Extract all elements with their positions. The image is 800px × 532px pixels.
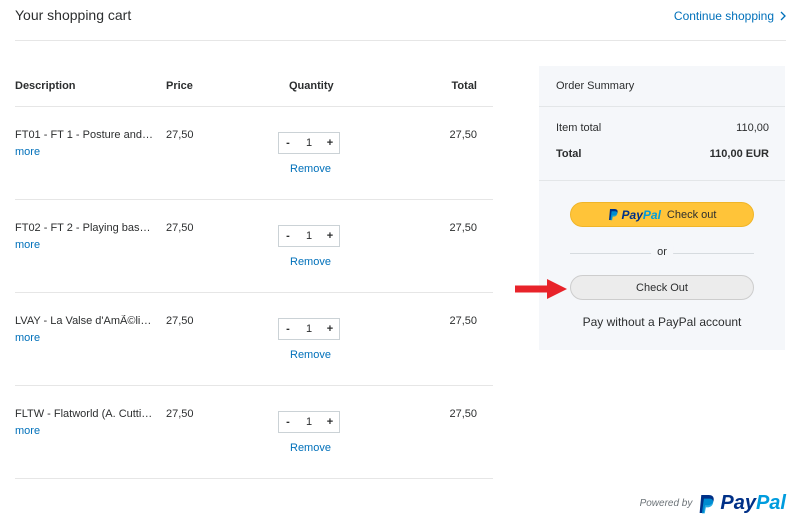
quantity-value[interactable]: 1 [297, 416, 321, 428]
paypal-brand-pal: Pal [642, 207, 661, 222]
chevron-right-icon [780, 11, 786, 21]
summary-divider [539, 180, 785, 181]
paypal-footer-logo: Pay Pal [698, 492, 786, 515]
checkout-label: Check Out [636, 281, 688, 294]
item-price: 27,50 [166, 408, 194, 420]
quantity-stepper: - 1 + [278, 225, 340, 247]
order-summary-panel: Order Summary Item total 110,00 Total 11… [539, 66, 785, 350]
item-total-label: Item total [556, 122, 602, 134]
cart-row: FT01 - FT 1 - Posture and… more 27,50 - … [15, 107, 493, 200]
more-link[interactable]: more [15, 239, 40, 251]
cart-header-row: Description Price Quantity Total [15, 66, 493, 107]
item-total: 27,50 [449, 408, 477, 420]
powered-by-label: Powered by [639, 498, 693, 509]
item-total-value: 110,00 [736, 122, 769, 134]
remove-link[interactable]: Remove [290, 256, 331, 268]
item-price: 27,50 [166, 222, 194, 234]
cart-row: FT02 - FT 2 - Playing bas… more 27,50 - … [15, 200, 493, 293]
column-header-price: Price [166, 80, 193, 92]
item-total: 27,50 [449, 315, 477, 327]
item-price: 27,50 [166, 129, 194, 141]
header-divider [15, 40, 786, 41]
remove-link[interactable]: Remove [290, 442, 331, 454]
continue-shopping-link[interactable]: Continue shopping [674, 9, 786, 23]
summary-divider [539, 106, 785, 107]
more-link[interactable]: more [15, 146, 40, 158]
cart-row: LVAY - La Valse d'AmÃ©li… more 27,50 - 1… [15, 293, 493, 386]
paypal-logo: Pay Pal [608, 208, 661, 222]
quantity-value[interactable]: 1 [297, 323, 321, 335]
paypal-brand-pay: Pay [621, 207, 643, 222]
column-header-description: Description [15, 80, 76, 92]
quantity-stepper: - 1 + [278, 318, 340, 340]
quantity-stepper: - 1 + [278, 132, 340, 154]
pay-without-paypal-text: Pay without a PayPal account [582, 315, 742, 329]
red-arrow-icon [515, 279, 567, 299]
item-price: 27,50 [166, 315, 194, 327]
decrease-button[interactable]: - [279, 323, 297, 335]
paypal-p-icon [608, 209, 618, 221]
continue-shopping-label: Continue shopping [673, 9, 774, 23]
decrease-button[interactable]: - [279, 416, 297, 428]
checkout-button[interactable]: Check Out [570, 275, 754, 300]
item-description: FT01 - FT 1 - Posture and… [15, 129, 153, 141]
quantity-value[interactable]: 1 [297, 230, 321, 242]
column-header-total: Total [451, 80, 477, 92]
more-link[interactable]: more [15, 332, 40, 344]
total-value: 110,00 EUR [709, 148, 769, 160]
decrease-button[interactable]: - [279, 230, 297, 242]
paypal-checkout-button[interactable]: Pay Pal Check out [570, 202, 754, 227]
item-total: 27,50 [449, 129, 477, 141]
or-label: or [651, 246, 673, 258]
column-header-quantity: Quantity [289, 80, 334, 92]
or-separator: or [570, 246, 754, 260]
item-description: FT02 - FT 2 - Playing bas… [15, 222, 151, 234]
increase-button[interactable]: + [321, 137, 339, 149]
more-link[interactable]: more [15, 425, 40, 437]
total-label: Total [556, 148, 582, 160]
increase-button[interactable]: + [321, 416, 339, 428]
decrease-button[interactable]: - [279, 137, 297, 149]
paypal-footer-brand-pal: Pal [755, 492, 786, 514]
cart-table: Description Price Quantity Total FT01 - … [15, 66, 493, 479]
quantity-stepper: - 1 + [278, 411, 340, 433]
increase-button[interactable]: + [321, 230, 339, 242]
paypal-checkout-label: Check out [666, 208, 717, 221]
item-description: LVAY - La Valse d'AmÃ©li… [15, 315, 152, 327]
item-description: FLTW - Flatworld (A. Cutti… [15, 408, 153, 420]
powered-by-paypal: Powered by Pay Pal [640, 492, 786, 515]
increase-button[interactable]: + [321, 323, 339, 335]
page-title: Your shopping cart [15, 7, 132, 23]
quantity-value[interactable]: 1 [297, 137, 321, 149]
remove-link[interactable]: Remove [290, 163, 331, 175]
cart-row: FLTW - Flatworld (A. Cutti… more 27,50 -… [15, 386, 493, 479]
paypal-footer-brand-pay: Pay [720, 492, 756, 514]
remove-link[interactable]: Remove [290, 349, 331, 361]
paypal-p-icon [700, 494, 715, 513]
item-total: 27,50 [449, 222, 477, 234]
order-summary-title: Order Summary [556, 80, 635, 92]
